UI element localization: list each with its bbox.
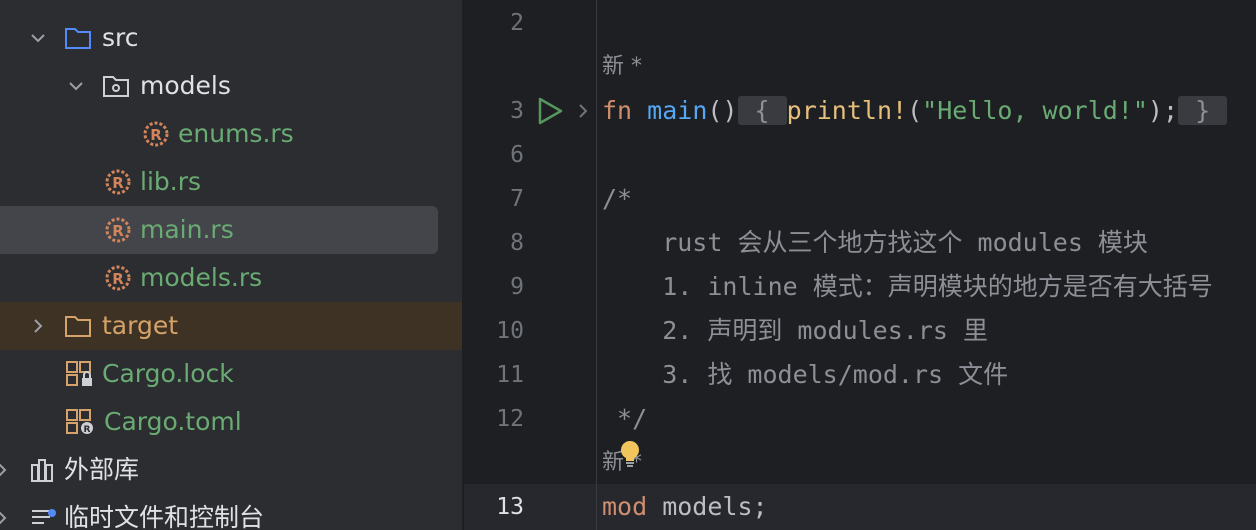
tree-item-label: lib.rs: [140, 167, 202, 196]
tree-item-enums-rs[interactable]: R enums.rs: [0, 110, 462, 158]
chevron-down-icon[interactable]: [28, 28, 48, 48]
fold-chevron-icon[interactable]: [574, 100, 592, 122]
lightbulb-icon[interactable]: [618, 440, 642, 470]
rust-file-icon: R: [105, 265, 131, 291]
svg-text:R: R: [112, 174, 124, 192]
line-number: 7: [510, 186, 524, 212]
code-line-10: 2. 声明到 modules.rs 里: [602, 316, 988, 345]
code-line-3: fn main() { println!("Hello, world!"); }: [602, 96, 1228, 126]
code-token: println!: [786, 96, 908, 125]
chevron-right-icon[interactable]: [0, 460, 12, 480]
author-inlay-hint[interactable]: 新 *: [602, 52, 642, 82]
svg-text:R: R: [112, 270, 124, 288]
tree-item-label: models: [140, 71, 231, 100]
module-folder-icon: [103, 76, 129, 97]
code-line-11: 3. 找 models/mod.rs 文件: [602, 360, 1009, 389]
run-icon[interactable]: [536, 96, 564, 126]
code-line-8: rust 会从三个地方找这个 modules 模块: [602, 228, 1148, 257]
chevron-down-icon[interactable]: [66, 76, 86, 96]
clipped-row: [0, 0, 462, 6]
rust-file-icon: R: [143, 121, 169, 147]
code-token: models;: [647, 492, 768, 521]
tree-item-label: main.rs: [140, 215, 234, 244]
line-number: 2: [510, 10, 524, 36]
code-token: mod: [602, 492, 648, 521]
tree-item-src[interactable]: src: [0, 14, 462, 62]
folder-icon: [65, 316, 91, 337]
code-line-12: */: [602, 404, 648, 433]
svg-text:R: R: [112, 222, 124, 240]
tree-item-cargo-lock[interactable]: Cargo.lock: [0, 350, 462, 398]
tree-item-label: Cargo.toml: [104, 407, 242, 436]
code-token: "Hello, world!": [922, 96, 1148, 125]
tree-item-cargo-toml[interactable]: R Cargo.toml: [0, 398, 462, 446]
tree-item-scratches[interactable]: 临时文件和控制台: [0, 494, 462, 530]
rust-file-icon: R: [105, 169, 131, 195]
line-number: 11: [496, 362, 524, 388]
scratches-icon: [32, 509, 56, 524]
code-token: );: [1147, 96, 1179, 125]
tree-item-label: enums.rs: [178, 119, 294, 148]
tree-item-lib-rs[interactable]: R lib.rs: [0, 158, 462, 206]
chevron-right-icon[interactable]: [0, 508, 12, 528]
code-editor[interactable]: [464, 0, 1256, 530]
code-token: (): [707, 96, 738, 125]
current-line-highlight: [464, 484, 1256, 530]
line-number: 10: [496, 318, 524, 344]
tree-item-main-rs[interactable]: R main.rs: [0, 206, 462, 254]
line-number: 9: [510, 274, 524, 300]
tree-item-models-rs[interactable]: R models.rs: [0, 254, 462, 302]
tree-item-label: 临时文件和控制台: [64, 503, 265, 530]
tree-item-label: models.rs: [140, 263, 263, 292]
code-token: fn: [602, 96, 633, 125]
code-token: (: [907, 96, 923, 125]
tree-item-label: target: [102, 311, 179, 340]
tree-item-models-folder[interactable]: models: [0, 62, 462, 110]
code-token: main: [647, 96, 708, 125]
tree-item-external-libraries[interactable]: 外部库: [0, 446, 462, 494]
gutter-separator: [596, 0, 597, 530]
line-number: 3: [510, 98, 524, 124]
line-number: 8: [510, 230, 524, 256]
tree-item-label: src: [102, 23, 139, 52]
folder-icon: [65, 28, 91, 49]
chevron-right-icon[interactable]: [28, 316, 48, 336]
rust-file-icon: R: [105, 217, 131, 243]
code-line-7: /*: [602, 184, 633, 213]
line-number-current: 13: [496, 494, 524, 520]
svg-text:R: R: [150, 126, 162, 144]
code-token: {: [737, 96, 787, 125]
svg-text:R: R: [84, 425, 91, 435]
cargo-toml-icon: R: [66, 409, 93, 435]
tree-item-target[interactable]: target: [0, 302, 462, 350]
code-line-13: mod models;: [602, 492, 768, 522]
code-line-9: 1. inline 模式：声明模块的地方是否有大括号: [602, 272, 1213, 301]
code-token: }: [1178, 96, 1228, 125]
line-number: 12: [496, 406, 524, 432]
line-number: 6: [510, 142, 524, 168]
library-icon: [31, 459, 53, 482]
cargo-lock-icon: [66, 361, 92, 386]
tree-item-label: 外部库: [64, 455, 140, 484]
project-tool-window: src models R enums.rs R lib.rs R main.rs…: [0, 0, 462, 530]
tree-item-label: Cargo.lock: [102, 359, 234, 388]
